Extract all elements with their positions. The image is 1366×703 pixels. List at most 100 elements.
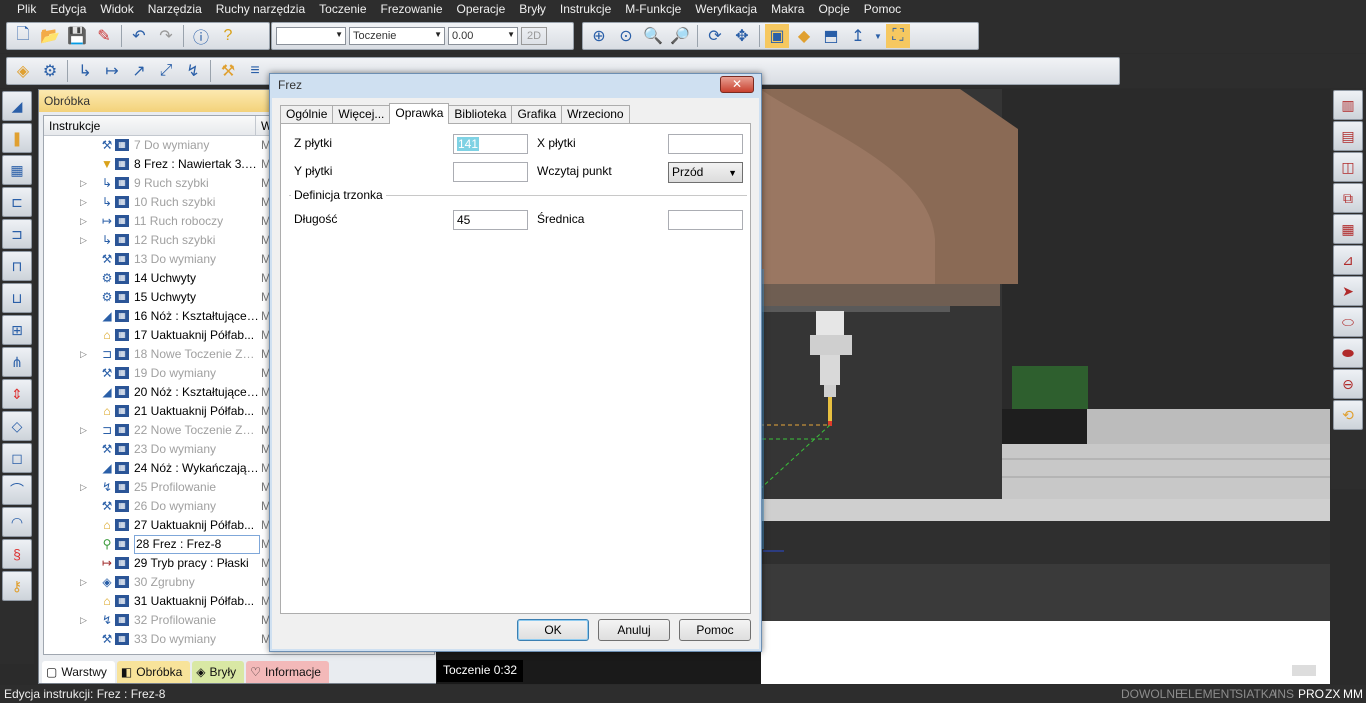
menu-item-2[interactable]: Widok <box>93 0 140 19</box>
cancel-button[interactable]: Anuluj <box>598 619 670 641</box>
cube-view-icon[interactable]: ▣ <box>765 24 789 48</box>
shaded-view-icon[interactable]: ◆ <box>792 24 816 48</box>
menu-item-0[interactable]: Plik <box>10 0 43 19</box>
face-icon[interactable]: ⊞ <box>2 315 32 345</box>
drill-cycle-icon[interactable]: ⇕ <box>2 379 32 409</box>
arrow-icon[interactable]: ➤ <box>1333 276 1363 306</box>
z-plate-input[interactable]: 141 <box>453 134 528 154</box>
tool-path-icon[interactable]: ↯ <box>181 59 205 83</box>
menu-item-7[interactable]: Operacje <box>450 0 513 19</box>
column-header-instructions[interactable]: Instrukcje <box>44 116 256 135</box>
grid-icon[interactable]: ▦ <box>1333 214 1363 244</box>
expand-arrow-icon[interactable]: ▷ <box>80 174 87 193</box>
mill-tool-icon[interactable]: ▦ <box>2 155 32 185</box>
help-button[interactable]: Pomoc <box>679 619 751 641</box>
menu-item-12[interactable]: Makra <box>764 0 811 19</box>
status-indicator[interactable]: ZX <box>1325 685 1340 703</box>
status-indicator[interactable]: SIATKA <box>1235 685 1277 703</box>
dialog-tab[interactable]: Więcej... <box>332 105 391 124</box>
undo-icon[interactable]: ↶ <box>127 24 151 48</box>
menu-item-4[interactable]: Ruchy narzędzia <box>209 0 312 19</box>
dialog-tab[interactable]: Ogólnie <box>280 105 334 124</box>
y-plate-input[interactable] <box>453 162 528 182</box>
menu-item-1[interactable]: Edycja <box>43 0 93 19</box>
menu-item-13[interactable]: Opcje <box>811 0 856 19</box>
move-xy-icon[interactable]: ↗ <box>127 59 151 83</box>
help-cursor-icon[interactable]: ? <box>216 24 240 48</box>
info-icon[interactable]: ⓘ <box>189 24 213 48</box>
rotate-part-icon[interactable]: ⟲ <box>1333 400 1363 430</box>
tube-icon[interactable]: ⊖ <box>1333 369 1363 399</box>
groove-icon[interactable]: ⊓ <box>2 251 32 281</box>
drill-tool-icon[interactable]: ❚ <box>2 123 32 153</box>
eraser-icon[interactable]: ✎ <box>92 24 116 48</box>
rotate-icon[interactable]: ⟳ <box>703 24 727 48</box>
process-combo[interactable]: Toczenie ▼ <box>349 27 445 45</box>
expand-arrow-icon[interactable]: ▷ <box>80 231 87 250</box>
ok-button[interactable]: OK <box>517 619 589 641</box>
menu-item-8[interactable]: Bryły <box>512 0 553 19</box>
dimension-icon[interactable]: ⊿ <box>1333 245 1363 275</box>
diameter-input[interactable] <box>668 210 743 230</box>
status-indicator[interactable]: PRO <box>1298 685 1324 703</box>
thread-icon[interactable]: ⊔ <box>2 283 32 313</box>
section-view-icon[interactable]: ⛶ <box>886 24 910 48</box>
dialog-tab[interactable]: Biblioteka <box>448 105 513 124</box>
new-file-icon[interactable]: 🗋 <box>11 24 35 48</box>
open-folder-icon[interactable]: 📂 <box>38 24 62 48</box>
length-input[interactable]: 45 <box>453 210 528 230</box>
expand-arrow-icon[interactable]: ▷ <box>80 611 87 630</box>
axis-view-icon[interactable]: ↥ <box>846 24 870 48</box>
menu-item-14[interactable]: Pomoc <box>857 0 908 19</box>
expand-arrow-icon[interactable]: ▷ <box>80 573 87 592</box>
menu-item-11[interactable]: Weryfikacja <box>688 0 764 19</box>
value-combo[interactable]: 0.00 ▼ <box>448 27 518 45</box>
cylinder-icon[interactable]: ⬭ <box>1333 307 1363 337</box>
pattern-icon[interactable]: ⋔ <box>2 347 32 377</box>
zoom-out-icon[interactable]: 🔎 <box>668 24 692 48</box>
expand-arrow-icon[interactable]: ▷ <box>80 212 87 231</box>
layer-icon[interactable]: ▤ <box>1333 121 1363 151</box>
nc-icon[interactable]: ≡ <box>243 59 267 83</box>
tab-solids[interactable]: ◈ Bryły <box>192 661 245 683</box>
status-indicator[interactable]: DOWOLNE <box>1121 685 1183 703</box>
slot-icon[interactable]: ◇ <box>2 411 32 441</box>
rough-turn-icon[interactable]: ⊏ <box>2 187 32 217</box>
disk-icon[interactable]: ⬬ <box>1333 338 1363 368</box>
status-indicator[interactable]: INS <box>1274 685 1294 703</box>
menu-item-9[interactable]: Instrukcje <box>553 0 618 19</box>
tab-info[interactable]: ♡ Informacje <box>246 661 329 683</box>
key-icon[interactable]: ⚷ <box>2 571 32 601</box>
close-button[interactable]: ✕ <box>720 76 754 93</box>
turning-tool-icon[interactable]: ◢ <box>2 91 32 121</box>
pocket-icon[interactable]: ◻ <box>2 443 32 473</box>
finish-turn-icon[interactable]: ⊐ <box>2 219 32 249</box>
rapid-move-icon[interactable]: ↳ <box>73 59 97 83</box>
layer-combo[interactable]: ▼ <box>276 27 346 45</box>
spring-icon[interactable]: § <box>2 539 32 569</box>
tool-change-icon[interactable]: ⚒ <box>216 59 240 83</box>
expand-arrow-icon[interactable]: ▷ <box>80 193 87 212</box>
feed-move-icon[interactable]: ↦ <box>100 59 124 83</box>
stock-icon[interactable]: ◈ <box>11 59 35 83</box>
load-point-select[interactable]: Przód ▼ <box>668 162 743 183</box>
zoom-extents-icon[interactable]: ⊙ <box>614 24 638 48</box>
menu-item-5[interactable]: Toczenie <box>312 0 373 19</box>
redo-icon[interactable]: ↷ <box>154 24 178 48</box>
save-icon[interactable]: 💾 <box>65 24 89 48</box>
stack-icon[interactable]: ⧉ <box>1333 183 1363 213</box>
menu-item-10[interactable]: M-Funkcje <box>618 0 688 19</box>
pan-icon[interactable]: ✥ <box>730 24 754 48</box>
3d-viewport[interactable] <box>760 89 1330 684</box>
slice-icon[interactable]: ◫ <box>1333 152 1363 182</box>
wire-view-icon[interactable]: ⬒ <box>819 24 843 48</box>
expand-arrow-icon[interactable]: ▷ <box>80 345 87 364</box>
menu-item-3[interactable]: Narzędzia <box>141 0 209 19</box>
chevron-down-icon[interactable]: ▼ <box>873 24 883 48</box>
status-indicator[interactable]: ELEMENT <box>1180 685 1237 703</box>
contour-icon[interactable]: ⌒ <box>2 475 32 505</box>
tab-layers[interactable]: ▢ Warstwy <box>42 661 115 683</box>
zoom-window-icon[interactable]: ⊕ <box>587 24 611 48</box>
expand-arrow-icon[interactable]: ▷ <box>80 421 87 440</box>
menu-item-6[interactable]: Frezowanie <box>374 0 450 19</box>
